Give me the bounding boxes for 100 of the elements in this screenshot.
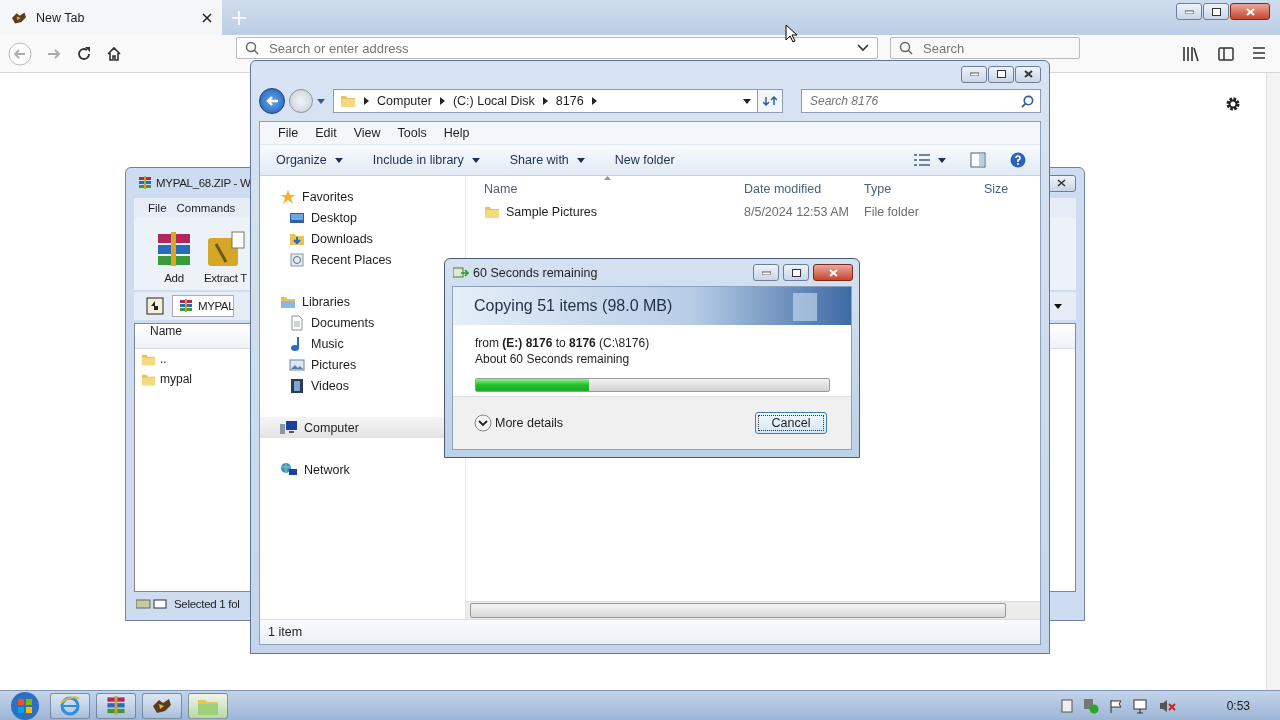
search-input[interactable]: Search 8176 [808, 93, 1021, 109]
drive-icon [136, 598, 168, 610]
shield-check-icon[interactable] [1082, 697, 1099, 714]
menu-item[interactable]: View [353, 126, 381, 140]
column-header[interactable]: Name [484, 176, 744, 201]
search-field[interactable]: Search 8176 [801, 89, 1041, 113]
toolbar-button[interactable]: Extract T [204, 230, 248, 284]
home-icon[interactable] [106, 45, 122, 62]
column-header[interactable]: Size [984, 176, 1040, 201]
search-field[interactable]: Search [890, 37, 1080, 59]
clock[interactable]: 0:53 [1226, 698, 1250, 713]
chevron-icon [474, 414, 492, 432]
network-icon [280, 461, 298, 478]
menu-item[interactable]: Commands [176, 202, 236, 214]
maximize-button[interactable] [783, 264, 809, 281]
horizontal-scrollbar[interactable] [466, 601, 1040, 619]
menu-item[interactable]: Edit [315, 126, 337, 140]
close-button[interactable] [1015, 65, 1041, 83]
nav-item[interactable]: Recent Places [260, 249, 444, 270]
breadcrumb-item[interactable]: 8176 [555, 94, 584, 108]
flag-icon[interactable] [1108, 698, 1123, 713]
toolbar-button[interactable]: New folder [614, 153, 675, 167]
search-icon [245, 41, 259, 55]
toolbar-button[interactable]: Include in library [372, 153, 480, 167]
maximize-button[interactable] [1203, 3, 1229, 20]
nav-item[interactable]: Pictures [260, 354, 444, 375]
column-header[interactable]: Name [150, 324, 182, 338]
nav-item[interactable]: Documents [260, 312, 444, 333]
sidebar-icon[interactable] [1218, 45, 1234, 62]
minimize-button[interactable] [1176, 3, 1202, 20]
back-button[interactable] [259, 88, 285, 114]
breadcrumb-item[interactable]: Computer [377, 94, 432, 108]
refresh-button[interactable] [757, 89, 783, 113]
browser-tab[interactable]: New Tab [0, 0, 222, 35]
taskbar-button[interactable] [96, 692, 136, 719]
globe-icon [59, 694, 81, 717]
speaker-muted-icon[interactable] [1158, 698, 1177, 713]
address-field[interactable]: Search or enter address [236, 37, 878, 59]
caret-icon [471, 157, 480, 163]
nav-item[interactable]: Libraries [260, 291, 444, 312]
minimize-button[interactable] [961, 65, 987, 83]
breadcrumb-bar[interactable]: Computer (C:) Local Disk 8176 [333, 89, 758, 113]
status-text: Selected 1 fol [174, 598, 240, 610]
breadcrumb-item[interactable]: (C:) Local Disk [452, 94, 535, 108]
nav-item[interactable]: Network [260, 459, 444, 480]
search-input[interactable]: Search [921, 39, 1071, 57]
start-button[interactable] [8, 690, 42, 720]
menu-item[interactable]: File [148, 202, 167, 214]
menu-item[interactable]: File [278, 126, 299, 140]
close-button[interactable] [1230, 3, 1270, 20]
toolbar-button[interactable]: Organize [276, 153, 343, 167]
sort-arrow-icon [604, 176, 611, 180]
toolbar-button[interactable]: Share with [509, 153, 585, 167]
library-icon[interactable] [1182, 45, 1200, 62]
reload-icon[interactable] [76, 45, 92, 62]
address-input[interactable]: Search or enter address [267, 39, 849, 57]
nav-item[interactable]: Videos [260, 375, 444, 396]
close-icon [828, 268, 838, 277]
path-text: MYPAL [198, 300, 233, 312]
menu-item[interactable]: Tools [397, 126, 427, 140]
folder-icon [340, 93, 356, 109]
cancel-button[interactable]: Cancel [755, 412, 827, 434]
close-button[interactable] [813, 264, 853, 281]
nav-item[interactable]: Computer [260, 417, 444, 438]
minimize-button[interactable] [753, 264, 779, 281]
column-header[interactable]: Type [864, 176, 984, 201]
more-details-button[interactable]: More details [474, 414, 564, 432]
folder-icon [484, 204, 500, 220]
star-icon [280, 188, 296, 205]
nav-item[interactable]: Desktop [260, 207, 444, 228]
toolbar-button[interactable]: Add [154, 230, 194, 284]
nav-item[interactable]: Music [260, 333, 444, 354]
file-name[interactable]: Sample Pictures [506, 205, 597, 219]
up-folder-icon[interactable] [146, 297, 164, 315]
list-view-icon [914, 154, 930, 166]
file-row[interactable]: .. [135, 349, 167, 369]
close-icon[interactable] [202, 12, 212, 23]
file-row[interactable]: mypal [135, 369, 192, 389]
settings-icon[interactable] [1224, 95, 1242, 113]
scrollbar[interactable] [1266, 73, 1280, 690]
monitor-icon[interactable] [1132, 697, 1149, 714]
pictures-icon [289, 356, 305, 373]
nav-item[interactable]: Downloads [260, 228, 444, 249]
notes-icon[interactable] [1060, 698, 1073, 713]
close-icon [1245, 7, 1255, 16]
copy-source-text: from (E:) 8176 to 8176 (C:\8176) [475, 336, 651, 350]
chevron-icon[interactable] [857, 44, 869, 52]
nav-item[interactable]: Favorites [260, 186, 444, 207]
menu-icon[interactable] [1252, 45, 1266, 60]
taskbar-button[interactable] [142, 692, 182, 719]
computer-icon [280, 419, 298, 436]
menu-item[interactable]: Help [443, 126, 470, 140]
column-header[interactable]: Date modified [744, 176, 864, 201]
type-cell-text: File folder [864, 205, 920, 219]
status-text: 1 item [268, 625, 303, 639]
help-button[interactable] [1010, 152, 1026, 168]
caret-icon [938, 157, 946, 163]
maximize-button[interactable] [988, 65, 1014, 83]
view-options-button[interactable] [914, 154, 946, 166]
path-field[interactable]: MYPAL [172, 295, 234, 317]
